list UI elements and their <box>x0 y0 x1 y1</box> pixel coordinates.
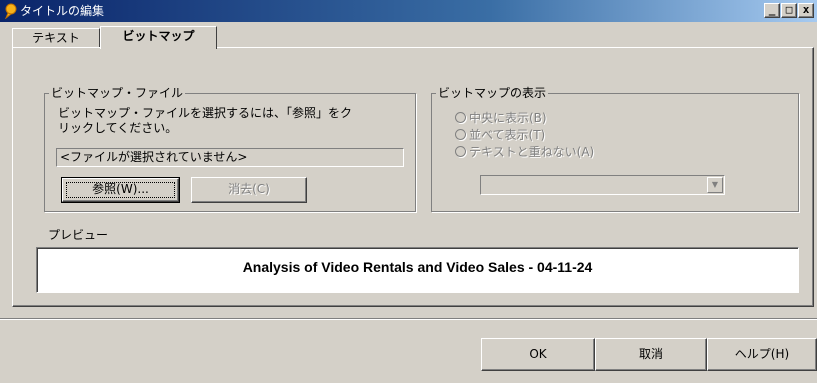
bitmap-file-instruction: ビットマップ・ファイルを選択するには、「参照」をク リックしてください。 <box>58 106 352 136</box>
bitmap-display-legend: ビットマップの表示 <box>438 86 547 100</box>
bottom-separator <box>0 318 817 320</box>
tab-bitmap[interactable]: ビットマップ <box>100 26 217 49</box>
radio-circle-icon <box>455 129 466 140</box>
bitmap-file-legend: ビットマップ・ファイル <box>51 86 184 100</box>
app-icon <box>5 3 17 19</box>
preview-box: Analysis of Video Rentals and Video Sale… <box>36 247 799 293</box>
preview-label: プレビュー <box>48 228 109 242</box>
radio-circle-icon <box>455 112 466 123</box>
chevron-down-icon[interactable]: ▼ <box>707 177 723 193</box>
radio-center[interactable]: 中央に表示(B) <box>455 110 547 126</box>
tab-text[interactable]: テキスト <box>12 28 100 48</box>
bitmap-position-combo[interactable]: ▼ <box>480 175 725 195</box>
clear-button[interactable]: 消去(C) <box>191 177 307 203</box>
radio-tile[interactable]: 並べて表示(T) <box>455 127 545 143</box>
radio-no-overlap-label: テキストと重ねない(A) <box>469 145 595 159</box>
close-button[interactable]: x <box>798 3 814 18</box>
tab-strip: テキスト ビットマップ <box>12 26 222 49</box>
radio-no-overlap[interactable]: テキストと重ねない(A) <box>455 144 594 160</box>
instruction-line-2: リックしてください。 <box>58 121 178 135</box>
preview-text: Analysis of Video Rentals and Video Sale… <box>242 259 593 275</box>
radio-center-label: 中央に表示(B) <box>469 111 547 125</box>
browse-button[interactable]: 参照(W)... <box>61 177 180 203</box>
radio-tile-label: 並べて表示(T) <box>469 128 546 142</box>
help-button[interactable]: ヘルプ(H) <box>707 338 817 371</box>
focus-rect <box>66 182 175 198</box>
ok-button[interactable]: OK <box>481 338 595 371</box>
window-title: タイトルの編集 <box>20 4 105 18</box>
bitmap-file-path-field: <ファイルが選択されていません> <box>56 148 404 167</box>
radio-circle-icon <box>455 146 466 157</box>
minimize-button[interactable]: _ <box>764 3 780 18</box>
instruction-line-1: ビットマップ・ファイルを選択するには、「参照」をク <box>58 106 353 120</box>
cancel-button[interactable]: 取消 <box>595 338 707 371</box>
title-bar[interactable]: タイトルの編集 _ □ x <box>0 0 817 22</box>
maximize-button[interactable]: □ <box>781 3 797 18</box>
